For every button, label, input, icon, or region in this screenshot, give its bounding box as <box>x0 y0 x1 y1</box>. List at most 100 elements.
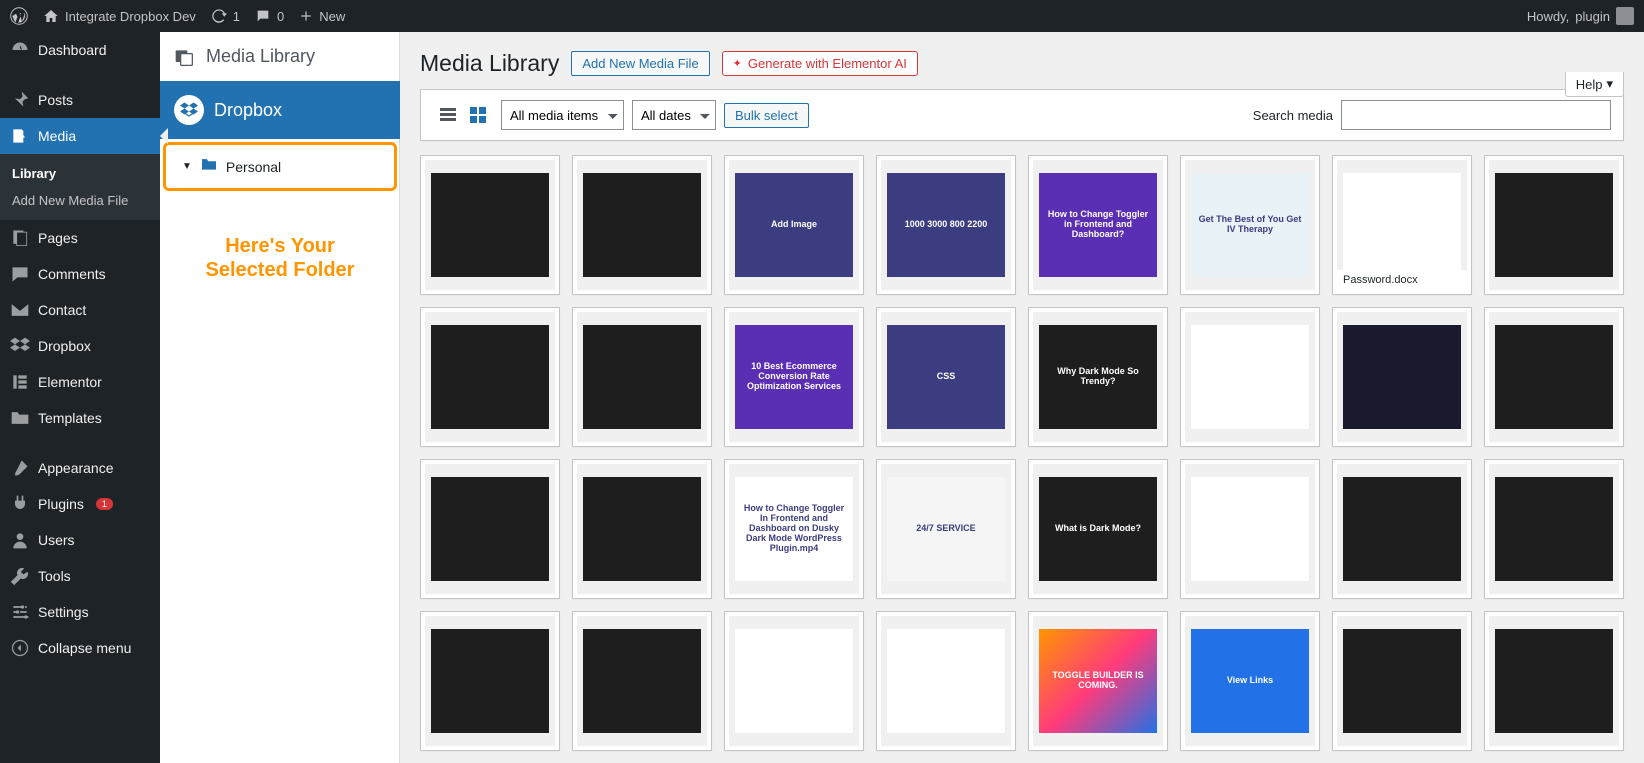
sidebar-item-plugins[interactable]: Plugins 1 <box>0 486 160 522</box>
sidebar-item-dropbox[interactable]: Dropbox <box>0 328 160 364</box>
sidebar-item-label: Dashboard <box>38 42 107 58</box>
dropbox-folder-personal[interactable]: ▼ Personal <box>163 142 397 191</box>
grid-icon <box>468 105 488 125</box>
updates-link[interactable]: 1 <box>211 0 240 32</box>
view-grid-button[interactable] <box>463 100 493 130</box>
add-new-media-button[interactable]: Add New Media File <box>571 51 709 76</box>
refresh-icon <box>211 8 227 24</box>
sidebar-item-comments[interactable]: Comments <box>0 256 160 292</box>
media-tile[interactable] <box>1484 307 1624 447</box>
sidebar-item-contact[interactable]: Contact <box>0 292 160 328</box>
filter-media-type[interactable]: All media items <box>501 100 624 130</box>
view-switch <box>433 100 493 130</box>
account-link[interactable]: Howdy, plugin <box>1527 0 1634 32</box>
media-tile[interactable] <box>420 155 560 295</box>
comments-link[interactable]: 0 <box>255 0 284 32</box>
search-input[interactable] <box>1341 100 1611 130</box>
sidebar-item-settings[interactable]: Settings <box>0 594 160 630</box>
media-icon <box>174 47 194 67</box>
media-tile[interactable]: What is Dark Mode? <box>1028 459 1168 599</box>
media-tile[interactable] <box>1180 459 1320 599</box>
help-tab[interactable]: Help ▾ <box>1565 72 1624 97</box>
new-link[interactable]: New <box>299 0 345 32</box>
media-tile[interactable] <box>724 611 864 751</box>
media-toolbar: All media items All dates Bulk select Se… <box>420 89 1624 141</box>
media-tile[interactable]: Add Image <box>724 155 864 295</box>
dropbox-panel: Media Library Dropbox ▼ Personal Here's … <box>160 32 400 763</box>
media-tile[interactable] <box>1484 155 1624 295</box>
sidebar-item-label: Posts <box>38 92 73 108</box>
media-tile[interactable]: How to Change Toggler In Frontend and Da… <box>724 459 864 599</box>
view-list-button[interactable] <box>433 100 463 130</box>
sidebar-item-templates[interactable]: Templates <box>0 400 160 436</box>
sidebar-item-elementor[interactable]: Elementor <box>0 364 160 400</box>
media-tile[interactable] <box>420 459 560 599</box>
media-tile[interactable] <box>876 611 1016 751</box>
site-link[interactable]: Integrate Dropbox Dev <box>43 0 196 32</box>
media-tile[interactable]: Password.docx <box>1332 155 1472 295</box>
media-tile[interactable] <box>1332 307 1472 447</box>
sidebar-item-label: Plugins <box>38 496 84 512</box>
media-tile[interactable] <box>1180 307 1320 447</box>
media-tile[interactable]: View Links <box>1180 611 1320 751</box>
caret-down-icon: ▼ <box>182 161 192 172</box>
media-tile[interactable]: 24/7 SERVICE <box>876 459 1016 599</box>
sidebar-item-pages[interactable]: Pages <box>0 220 160 256</box>
bulk-select-button[interactable]: Bulk select <box>724 103 809 128</box>
toolbar-search: Search media <box>1253 100 1611 130</box>
sidebar-subitem-library[interactable]: Library <box>0 160 160 187</box>
media-tile[interactable] <box>572 155 712 295</box>
sidebar-item-label: Collapse menu <box>38 640 131 656</box>
sidebar-item-posts[interactable]: Posts <box>0 82 160 118</box>
media-tile[interactable] <box>1332 459 1472 599</box>
howdy-prefix: Howdy, <box>1527 9 1569 24</box>
dropbox-root[interactable]: Dropbox <box>160 81 400 139</box>
main-content: Help ▾ Media Library Add New Media File … <box>400 32 1644 763</box>
media-tile[interactable] <box>572 459 712 599</box>
annotation-line-2: Selected Folder <box>168 258 392 282</box>
sidebar-item-media[interactable]: Media <box>0 118 160 154</box>
media-tile[interactable]: TOGGLE BUILDER IS COMING. <box>1028 611 1168 751</box>
sidebar-subitem-addnew[interactable]: Add New Media File <box>0 187 160 214</box>
comment-count: 0 <box>277 9 284 24</box>
annotation-line-1: Here's Your <box>168 234 392 258</box>
sliders-icon <box>10 602 30 622</box>
wp-logo[interactable] <box>10 0 28 32</box>
chevron-down-icon: ▾ <box>1606 76 1613 92</box>
dropbox-folder-label: Personal <box>226 159 281 175</box>
media-tile[interactable] <box>572 307 712 447</box>
sidebar-item-appearance[interactable]: Appearance <box>0 450 160 486</box>
media-tile[interactable]: CSS <box>876 307 1016 447</box>
annotation-text: Here's Your Selected Folder <box>160 194 400 282</box>
media-tile[interactable] <box>572 611 712 751</box>
dropbox-heading-text: Media Library <box>206 46 315 67</box>
media-tile[interactable] <box>1484 459 1624 599</box>
generate-ai-button[interactable]: ✦ Generate with Elementor AI <box>722 51 918 76</box>
brush-icon <box>10 458 30 478</box>
sidebar-item-users[interactable]: Users <box>0 522 160 558</box>
sidebar-item-label: Pages <box>38 230 78 246</box>
media-tile[interactable] <box>1484 611 1624 751</box>
comment-icon <box>255 8 271 24</box>
sidebar-item-label: Media <box>38 128 76 144</box>
sidebar-item-dashboard[interactable]: Dashboard <box>0 32 160 68</box>
sidebar-item-label: Comments <box>38 266 106 282</box>
dropbox-panel-heading: Media Library <box>160 32 400 81</box>
mail-icon <box>10 300 30 320</box>
media-tile[interactable] <box>420 307 560 447</box>
media-tile[interactable]: Get The Best of You Get IV Therapy <box>1180 155 1320 295</box>
update-badge: 1 <box>96 498 113 510</box>
media-tile[interactable] <box>1332 611 1472 751</box>
media-tile[interactable]: Why Dark Mode So Trendy? <box>1028 307 1168 447</box>
sidebar-item-collapse[interactable]: Collapse menu <box>0 630 160 666</box>
media-tile[interactable] <box>420 611 560 751</box>
media-grid: Add Image1000 3000 800 2200How to Change… <box>420 155 1624 751</box>
pages-icon <box>10 228 30 248</box>
sidebar-item-tools[interactable]: Tools <box>0 558 160 594</box>
sidebar-item-label: Dropbox <box>38 338 91 354</box>
filter-dates[interactable]: All dates <box>632 100 716 130</box>
media-tile[interactable]: How to Change Toggler in Frontend and Da… <box>1028 155 1168 295</box>
media-tile[interactable]: 10 Best Ecommerce Conversion Rate Optimi… <box>724 307 864 447</box>
update-count: 1 <box>233 9 240 24</box>
media-tile[interactable]: 1000 3000 800 2200 <box>876 155 1016 295</box>
